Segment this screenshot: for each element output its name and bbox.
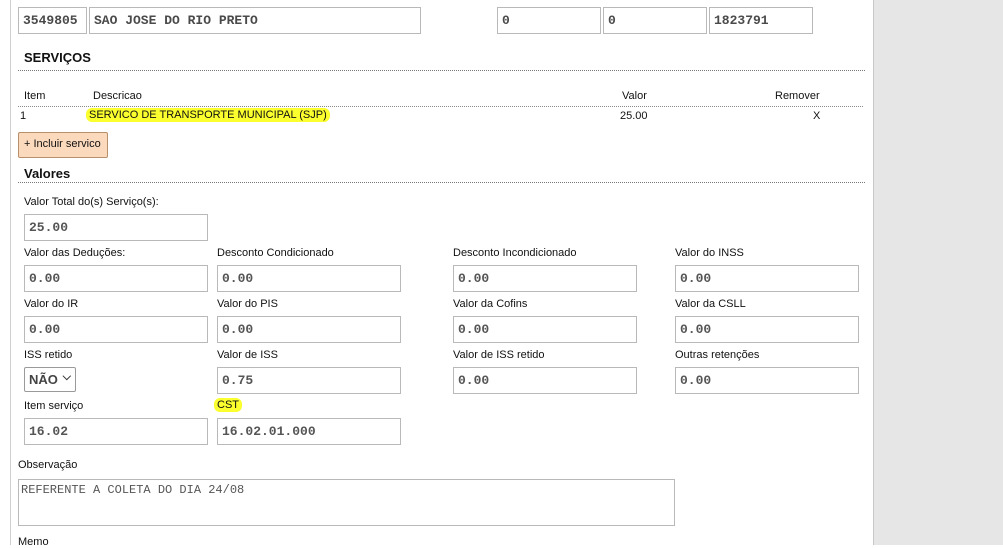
- cst-label: CST: [214, 398, 242, 412]
- header-field-a[interactable]: 0: [497, 7, 601, 34]
- municipio-name-field[interactable]: SAO JOSE DO RIO PRETO: [89, 7, 421, 34]
- valores-divider: [18, 182, 865, 183]
- cst-label-text: CST: [214, 398, 242, 412]
- observacao-label: Observação: [18, 459, 78, 471]
- deducoes-label: Valor das Deduções:: [24, 247, 126, 259]
- desconto-incondicionado-label: Desconto Incondicionado: [453, 247, 577, 259]
- total-label: Valor Total do(s) Serviço(s):: [24, 196, 159, 208]
- cofins-label: Valor da Cofins: [453, 298, 528, 310]
- memo-label: Memo: [18, 536, 49, 548]
- desconto-condicionado-label: Desconto Condicionado: [217, 247, 334, 259]
- add-service-button[interactable]: + Incluir servico: [18, 132, 108, 158]
- csll-label: Valor da CSLL: [675, 298, 746, 310]
- row-descricao-text: SERVICO DE TRANSPORTE MUNICIPAL (SJP): [86, 108, 330, 122]
- valor-iss-label: Valor de ISS: [217, 349, 278, 361]
- row-descricao: SERVICO DE TRANSPORTE MUNICIPAL (SJP): [86, 108, 330, 122]
- table-header-divider: [18, 106, 863, 107]
- iss-retido-selected: NÃO: [29, 372, 58, 387]
- valor-iss-retido-field[interactable]: 0.00: [453, 367, 637, 394]
- chevron-down-icon: ⌵: [62, 371, 71, 383]
- remove-row-button[interactable]: X: [813, 110, 820, 122]
- header-field-b[interactable]: 0: [603, 7, 707, 34]
- servicos-divider: [18, 70, 865, 71]
- content-border: [10, 0, 11, 545]
- deducoes-field[interactable]: 0.00: [24, 265, 208, 292]
- header-field-c[interactable]: 1823791: [709, 7, 813, 34]
- valor-iss-retido-label: Valor de ISS retido: [453, 349, 545, 361]
- valores-title: Valores: [24, 166, 71, 181]
- total-field[interactable]: 25.00: [24, 214, 208, 241]
- cofins-field[interactable]: 0.00: [453, 316, 637, 343]
- cst-field[interactable]: 16.02.01.000: [217, 418, 401, 445]
- desconto-condicionado-field[interactable]: 0.00: [217, 265, 401, 292]
- iss-retido-label: ISS retido: [24, 349, 73, 361]
- outras-retencoes-field[interactable]: 0.00: [675, 367, 859, 394]
- observacao-textarea[interactable]: REFERENTE A COLETA DO DIA 24/08: [18, 479, 675, 526]
- right-gray-panel: [873, 0, 1003, 545]
- col-header-descricao: Descricao: [93, 90, 142, 102]
- municipio-code-field[interactable]: 3549805: [18, 7, 87, 34]
- item-servico-field[interactable]: 16.02: [24, 418, 208, 445]
- servicos-title: SERVIÇOS: [24, 50, 91, 65]
- ir-field[interactable]: 0.00: [24, 316, 208, 343]
- pis-label: Valor do PIS: [217, 298, 278, 310]
- item-servico-label: Item serviço: [24, 400, 84, 412]
- col-header-remover: Remover: [775, 90, 820, 102]
- inss-label: Valor do INSS: [675, 247, 744, 259]
- row-valor: 25.00: [620, 110, 648, 122]
- col-header-item: Item: [24, 90, 46, 102]
- pis-field[interactable]: 0.00: [217, 316, 401, 343]
- csll-field[interactable]: 0.00: [675, 316, 859, 343]
- outras-retencoes-label: Outras retenções: [675, 349, 760, 361]
- inss-field[interactable]: 0.00: [675, 265, 859, 292]
- row-item: 1: [20, 110, 27, 122]
- page-left-edge: [0, 0, 10, 545]
- ir-label: Valor do IR: [24, 298, 79, 310]
- desconto-incondicionado-field[interactable]: 0.00: [453, 265, 637, 292]
- valor-iss-field[interactable]: 0.75: [217, 367, 401, 394]
- col-header-valor: Valor: [622, 90, 647, 102]
- iss-retido-select[interactable]: NÃO ⌵: [24, 367, 76, 392]
